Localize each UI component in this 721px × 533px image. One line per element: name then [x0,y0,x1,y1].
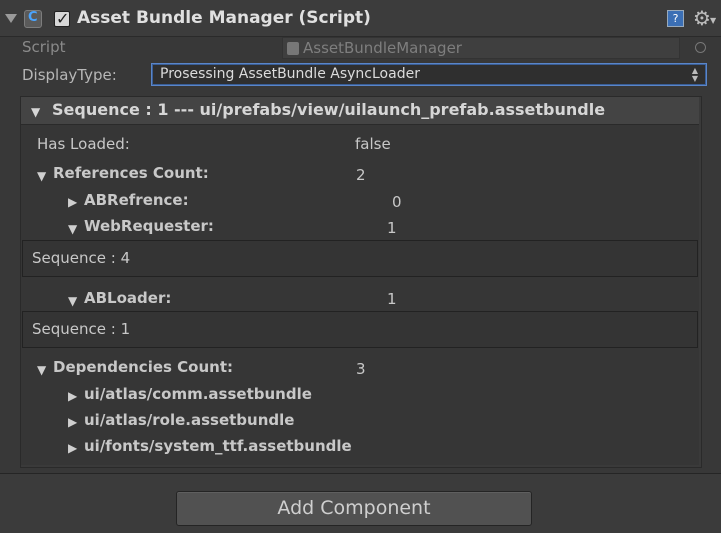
foldout-down-icon[interactable] [5,14,17,23]
foldout-down-icon[interactable] [37,360,46,378]
display-type-value: Prosessing AssetBundle AsyncLoader [160,66,420,82]
foldout-right-icon[interactable] [68,412,77,430]
abloader-label[interactable]: ABLoader: [84,289,171,307]
abrefrence-value: 0 [392,193,402,211]
script-icon [24,10,42,28]
dependency-item[interactable]: ui/atlas/role.assetbundle [84,411,294,429]
checkmark-icon: ✓ [56,9,70,28]
component-title: Asset Bundle Manager (Script) [77,8,371,28]
dependency-item[interactable]: ui/fonts/system_ttf.assetbundle [84,437,352,455]
object-picker-icon[interactable] [695,42,706,53]
foldout-right-icon[interactable] [68,386,77,404]
display-type-label: DisplayType: [22,66,117,84]
abloader-value: 1 [387,290,397,308]
webrequester-sequence-box: Sequence : 4 [22,240,698,277]
sequence-title: Sequence : 1 --- ui/prefabs/view/uilaunc… [52,100,606,119]
add-component-button[interactable]: Add Component [176,491,532,526]
abrefrence-label[interactable]: ABRefrence: [84,191,189,209]
dropdown-arrows-icon: ▲ ▼ [691,66,698,83]
dependencies-count-label[interactable]: Dependencies Count: [53,358,233,376]
script-label: Script [22,38,66,56]
foldout-right-icon[interactable] [68,438,77,456]
references-count-value: 2 [356,166,366,184]
inspector-footer: Add Component [0,473,721,533]
foldout-down-icon[interactable] [68,219,77,237]
script-file-icon [287,42,299,55]
foldout-down-icon[interactable] [68,291,77,309]
foldout-down-icon[interactable] [37,166,46,184]
abloader-sequence-box: Sequence : 1 [22,311,698,348]
foldout-right-icon[interactable] [68,192,77,210]
enabled-checkbox[interactable]: ✓ [54,11,70,27]
dependencies-count-value: 3 [356,360,366,378]
gear-dropdown-icon[interactable]: ▼ [710,16,716,25]
webrequester-value: 1 [387,219,397,237]
display-type-dropdown[interactable]: Prosessing AssetBundle AsyncLoader ▲ ▼ [151,63,707,86]
dependency-item[interactable]: ui/atlas/comm.assetbundle [84,385,312,403]
webrequester-label[interactable]: WebRequester: [84,217,214,235]
gear-icon[interactable]: ⚙ [693,8,711,28]
script-field: AssetBundleManager [282,37,680,59]
help-icon[interactable]: ? [667,10,684,27]
component-header: ✓ Asset Bundle Manager (Script) ? ⚙ ▼ [0,0,721,37]
has-loaded-value: false [355,135,391,153]
references-count-label[interactable]: References Count: [53,164,209,182]
foldout-down-icon [31,102,40,120]
has-loaded-label: Has Loaded: [37,135,130,153]
script-field-value: AssetBundleManager [303,39,462,57]
sequence-header[interactable]: Sequence : 1 --- ui/prefabs/view/uilaunc… [21,97,699,125]
